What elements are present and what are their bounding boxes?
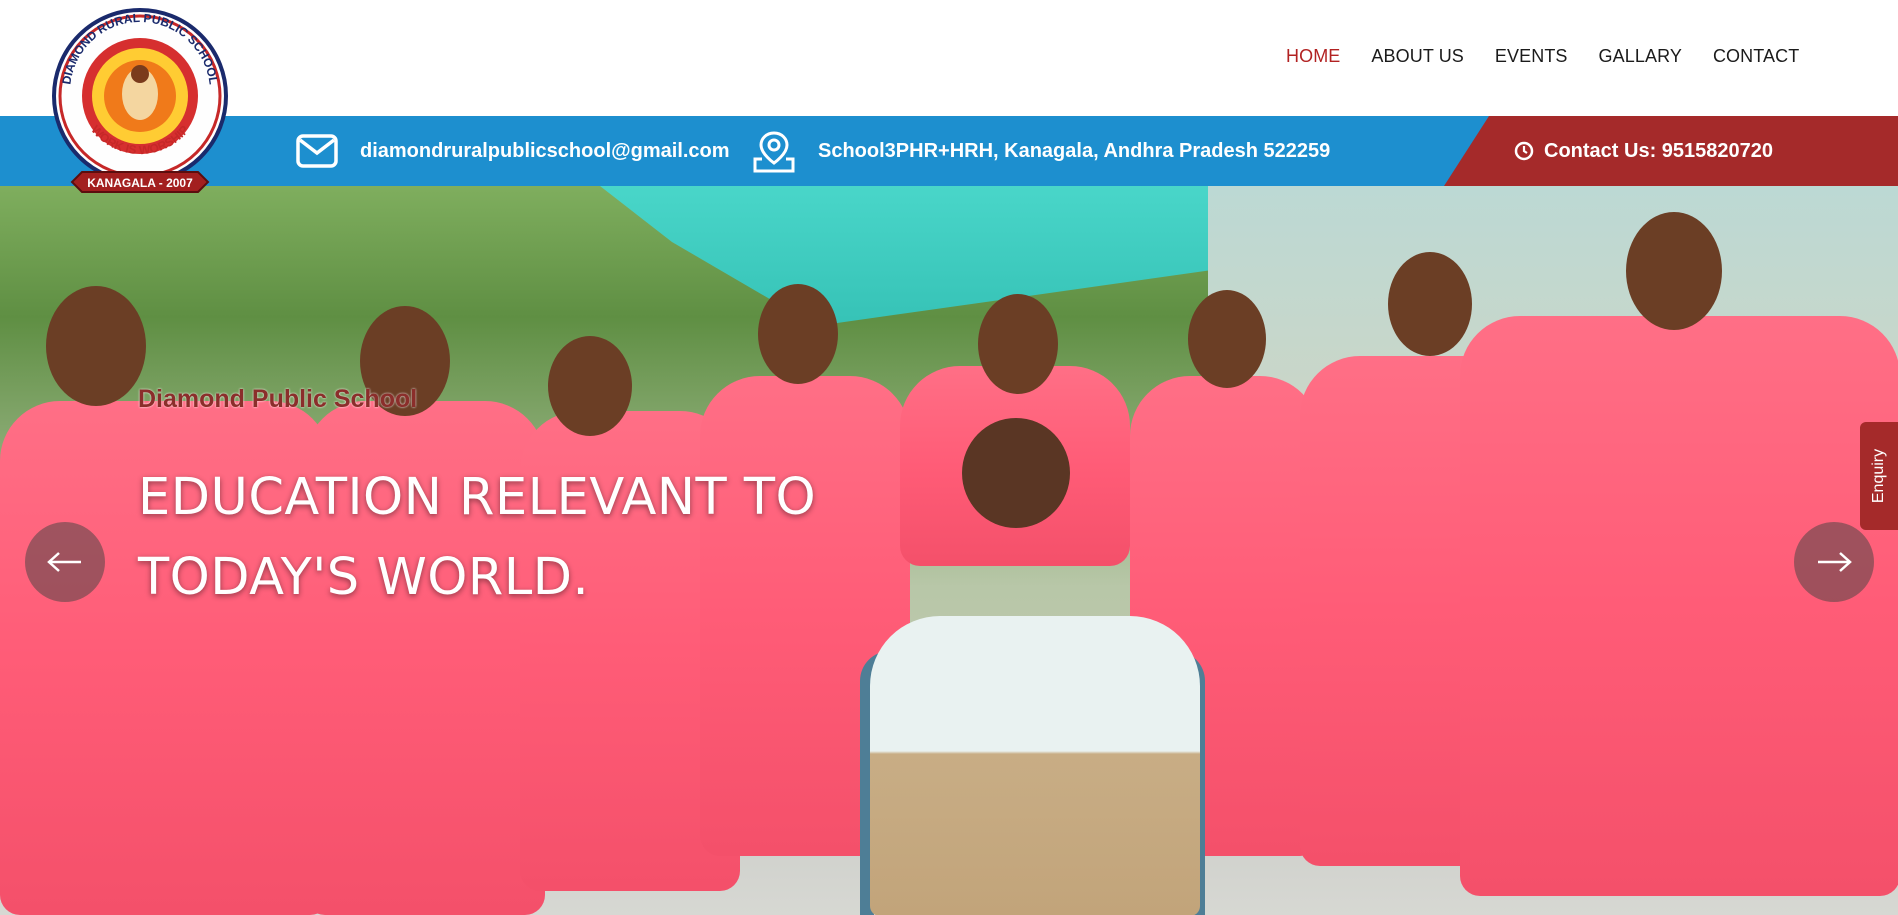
hero-photo-head <box>758 284 838 384</box>
logo-ribbon-text: KANAGALA - 2007 <box>87 176 193 190</box>
school-logo[interactable]: DIAMOND RURAL PUBLIC SCHOOL WORK IS WORS… <box>42 4 238 198</box>
arrow-right-icon <box>1818 552 1852 572</box>
arrow-left-icon <box>47 552 81 572</box>
clock-icon <box>1514 141 1534 161</box>
slider-next-button[interactable] <box>1794 522 1874 602</box>
hero-headline-line-2: TODAY'S WORLD. <box>138 548 590 607</box>
nav-gallary[interactable]: GALLARY <box>1599 46 1682 67</box>
hero-photo-head <box>962 418 1070 528</box>
enquiry-label[interactable]: Enquiry <box>1870 449 1888 503</box>
nav-events[interactable]: EVENTS <box>1495 46 1568 67</box>
email-info[interactable]: diamondruralpublicschool@gmail.com <box>296 116 730 186</box>
enquiry-tab[interactable]: Enquiry <box>1860 422 1898 530</box>
hero-photo-head <box>548 336 632 436</box>
nav-home[interactable]: HOME <box>1286 46 1340 67</box>
hero-photo-head <box>1388 252 1472 356</box>
slider-prev-button[interactable] <box>25 522 105 602</box>
hero-photo-head <box>1626 212 1722 330</box>
hero-photo-head <box>978 294 1058 394</box>
site-header: HOME ABOUT US EVENTS GALLARY CONTACT <box>0 0 1898 116</box>
hero-headline-line-1: EDUCATION RELEVANT TO <box>138 468 817 527</box>
map-pin-icon <box>753 131 795 173</box>
email-text[interactable]: diamondruralpublicschool@gmail.com <box>360 140 730 163</box>
hero-photo-head <box>46 286 146 406</box>
phone-text[interactable]: Contact Us: 9515820720 <box>1544 140 1773 163</box>
hero-photo-seated-figure <box>870 616 1200 915</box>
main-nav: HOME ABOUT US EVENTS GALLARY CONTACT <box>1286 46 1799 67</box>
nav-about-us[interactable]: ABOUT US <box>1371 46 1464 67</box>
hero-photo-head <box>1188 290 1266 388</box>
phone-info[interactable]: Contact Us: 9515820720 <box>1514 116 1773 186</box>
hero-subtitle: Diamond Public School <box>138 385 418 413</box>
address-text: School3PHR+HRH, Kanagala, Andhra Pradesh… <box>818 139 1331 162</box>
nav-contact[interactable]: CONTACT <box>1713 46 1799 67</box>
envelope-icon <box>296 134 338 168</box>
hero-photo-figure <box>1460 316 1898 896</box>
hero-headline: EDUCATION RELEVANT TO TODAY'S WORLD. <box>138 458 898 618</box>
address-info: School3PHR+HRH, Kanagala, Andhra Pradesh… <box>752 116 1330 186</box>
